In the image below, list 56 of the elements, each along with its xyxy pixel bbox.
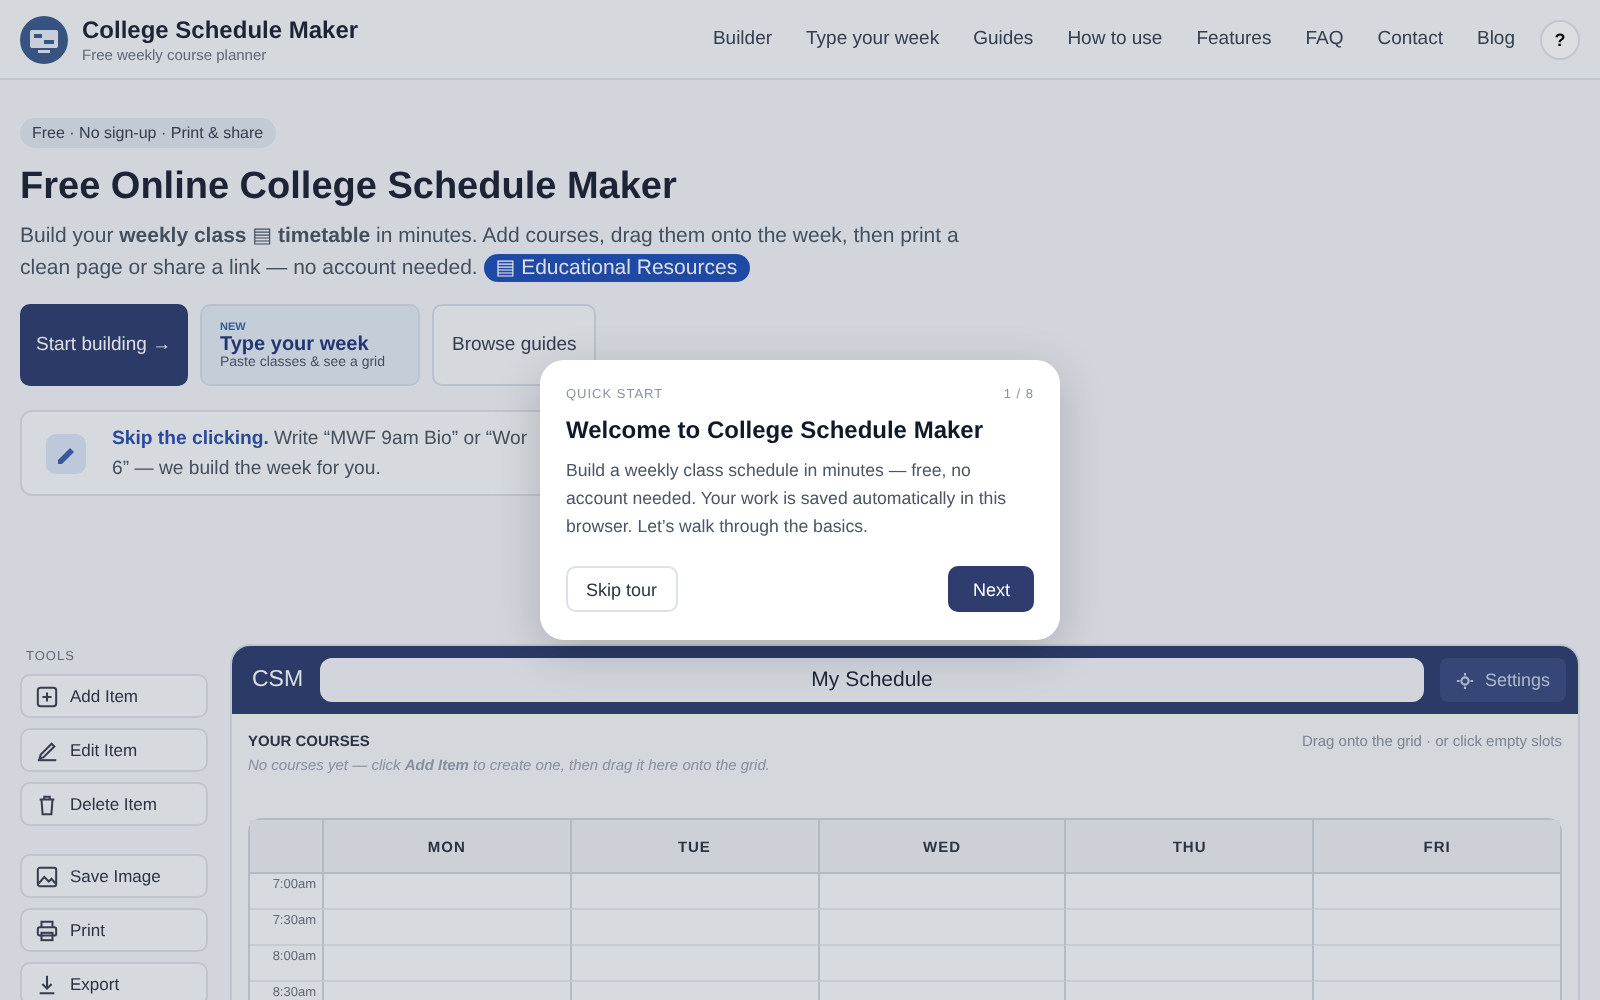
action-button[interactable]: Browse guides [432, 304, 597, 386]
site-title: College Schedule Maker [82, 15, 359, 43]
logo-icon [20, 15, 68, 63]
skip-button[interactable]: Skip tour [566, 566, 678, 612]
feature-badge: Free · No sign-up · Print & share [20, 118, 276, 148]
intro-paragraph: Build your weekly class ▤ timetable in minutes. Add courses, drag them onto the week, then print a clean page or share a link — no account needed. ▤ Educational Resources [20, 222, 960, 284]
nav-link[interactable]: How to use [1050, 28, 1180, 50]
button-title: Type your week [220, 333, 369, 355]
resources-link[interactable]: ▤ Educational Resources [483, 254, 750, 282]
time-slot[interactable] [322, 946, 570, 982]
tool-button[interactable]: Delete Item [20, 782, 208, 826]
time-slot[interactable] [817, 874, 1065, 910]
time-slot[interactable] [569, 910, 818, 946]
plus-square-icon [36, 685, 58, 707]
trash-icon [36, 793, 58, 815]
nav-link[interactable]: Type your week [789, 28, 957, 50]
tool-button[interactable]: Print [20, 908, 208, 952]
time-slot[interactable] [569, 874, 818, 910]
settings-icon [1456, 671, 1475, 689]
pencil-icon [46, 433, 86, 473]
time-slot[interactable] [817, 910, 1065, 946]
time-slot[interactable] [322, 910, 570, 946]
dialog-title: Welcome to College Schedule Maker [566, 416, 986, 444]
tool-button[interactable]: Add Item [20, 674, 208, 718]
action-button[interactable]: Start building → [20, 304, 188, 386]
nav-link[interactable]: Blog [1459, 28, 1532, 50]
time-slot[interactable] [569, 946, 818, 982]
nav-link[interactable]: Contact [1360, 28, 1460, 50]
settings-button[interactable]: Settings [1440, 658, 1566, 702]
pencil-icon [36, 739, 58, 761]
printer-icon [36, 919, 58, 941]
time-slot[interactable] [817, 946, 1065, 982]
next-button[interactable]: Next [948, 566, 1034, 612]
time-slot[interactable] [1312, 946, 1560, 982]
tool-button[interactable]: Edit Item [20, 728, 208, 772]
nav-link[interactable]: Features [1179, 28, 1289, 50]
dialog-text: Build a weekly class schedule in minutes — free, no account needed. Your work is saved automatically in this browser. Let’s walk through the basics. [566, 458, 1009, 540]
tip-text: 6” — we build the week for you. [112, 455, 383, 483]
help-button[interactable]: ? [1540, 19, 1580, 59]
time-slot[interactable] [322, 874, 570, 910]
nav-link[interactable]: Guides [956, 28, 1051, 50]
page-heading: Free Online College Schedule Maker [20, 166, 677, 210]
app-logo: CSM [252, 668, 304, 692]
time-slot[interactable] [1312, 910, 1560, 946]
tool-button[interactable]: Export [20, 962, 208, 1000]
tip-text: Skip the clicking. Write “MWF 9am Bio” or “Wor [112, 425, 528, 453]
image-icon [36, 865, 58, 887]
nav-link[interactable]: FAQ [1288, 28, 1361, 50]
time-slot[interactable] [1064, 910, 1313, 946]
nav-link[interactable]: Builder [695, 28, 790, 50]
tool-button[interactable]: Save Image [20, 854, 208, 898]
time-slot[interactable] [1064, 874, 1313, 910]
download-icon [36, 973, 58, 995]
schedule-name-field[interactable]: My Schedule [319, 658, 1425, 702]
time-slot[interactable] [1312, 874, 1560, 910]
time-slot[interactable] [1064, 946, 1313, 982]
